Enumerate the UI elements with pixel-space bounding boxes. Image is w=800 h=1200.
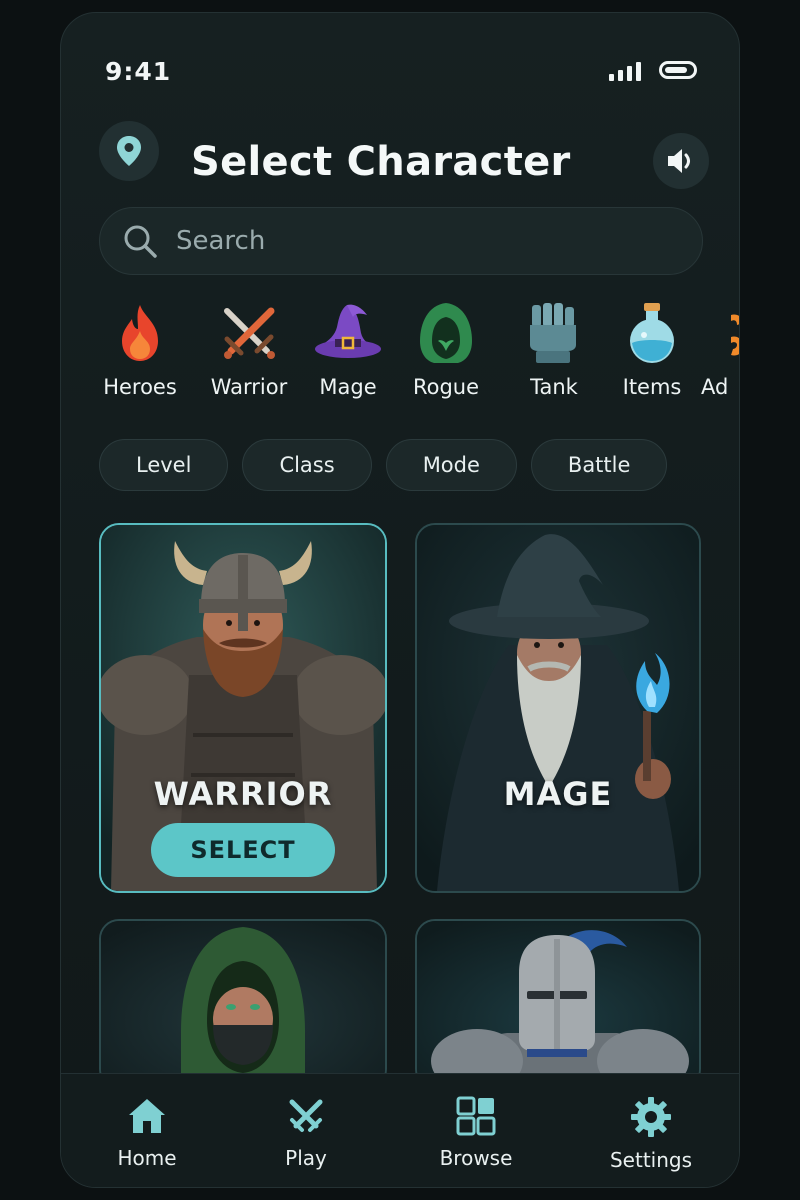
character-card-rogue[interactable] [99, 919, 387, 1089]
nav-label: Settings [609, 1148, 693, 1172]
map-pin-icon [117, 136, 141, 166]
partial-icon [731, 314, 739, 356]
category-label: Items [622, 375, 682, 399]
grid-icon [456, 1096, 496, 1136]
category-label: Heroes [103, 375, 177, 399]
battery-icon [659, 61, 697, 79]
category-ad[interactable]: Ad [701, 301, 739, 399]
filter-battle[interactable]: Battle [530, 439, 668, 491]
nav-home[interactable]: Home [87, 1096, 207, 1170]
search-bar[interactable] [99, 207, 703, 275]
character-card-knight[interactable] [415, 919, 701, 1089]
category-label: Ad [701, 375, 729, 399]
category-label: Tank [530, 375, 578, 399]
category-label: Rogue [412, 375, 480, 399]
rogue-portrait [101, 921, 385, 1087]
nav-label: Play [285, 1146, 327, 1170]
category-mage[interactable]: Mage [293, 301, 403, 399]
phone-screen: 9:41 Select Character Heroes [60, 12, 740, 1188]
fire-icon [122, 305, 158, 361]
select-button[interactable]: SELECT [151, 823, 335, 877]
gauntlet-icon [530, 303, 576, 363]
category-items[interactable]: Items [597, 301, 707, 399]
nav-browse[interactable]: Browse [416, 1096, 536, 1170]
character-card-mage[interactable]: MAGE [415, 523, 701, 893]
bottom-nav: Home Play Browse Settings [61, 1073, 739, 1187]
potion-icon [630, 303, 674, 363]
knight-portrait [417, 921, 699, 1087]
nav-label: Home [117, 1146, 177, 1170]
nav-play[interactable]: Play [246, 1096, 366, 1170]
location-button[interactable] [99, 121, 159, 181]
category-row: Heroes Warrior Mage Rogue Tank Items Ad [61, 301, 739, 411]
speaker-icon [668, 149, 690, 173]
search-input[interactable] [176, 226, 676, 256]
category-warrior[interactable]: Warrior [194, 301, 304, 399]
mage-portrait [417, 525, 699, 891]
crossed-swords-icon [224, 307, 275, 359]
status-time: 9:41 [105, 57, 172, 86]
character-name: WARRIOR [153, 775, 333, 813]
home-icon [129, 1099, 165, 1133]
category-heroes[interactable]: Heroes [85, 301, 195, 399]
signal-icon [609, 61, 641, 81]
page-title: Select Character [191, 139, 571, 185]
nav-label: Browse [439, 1146, 513, 1170]
category-label: Mage [319, 375, 377, 399]
sound-button[interactable] [653, 133, 709, 189]
nav-settings[interactable]: Settings [591, 1096, 711, 1172]
filter-row: Level Class Mode Battle [99, 439, 668, 491]
category-tank[interactable]: Tank [499, 301, 609, 399]
crossed-swords-icon [289, 1099, 323, 1132]
filter-level[interactable]: Level [99, 439, 229, 491]
gear-icon [631, 1097, 671, 1137]
character-card-warrior[interactable]: WARRIOR SELECT [99, 523, 387, 893]
character-name: MAGE [503, 775, 613, 813]
search-icon [124, 225, 157, 258]
category-rogue[interactable]: Rogue [391, 301, 501, 399]
filter-class[interactable]: Class [242, 439, 372, 491]
wizard-hat-icon [315, 304, 381, 358]
filter-mode[interactable]: Mode [385, 439, 517, 491]
hood-icon [420, 303, 472, 363]
category-label: Warrior [210, 375, 288, 399]
